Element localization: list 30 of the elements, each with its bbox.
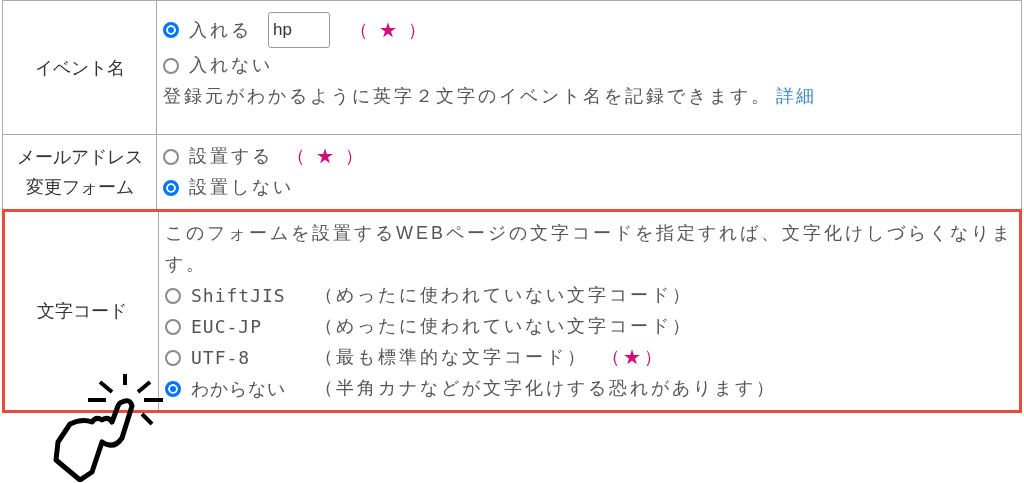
row-label: メールアドレス変更フォーム [15,146,144,199]
details-link[interactable]: 詳細 [776,86,816,106]
radio-button[interactable] [165,287,181,304]
recommended-mark: （★） [602,346,665,369]
recommended-mark: （ ★ ） [350,18,429,42]
radio-button[interactable] [165,380,181,397]
recommended-mark: （ ★ ） [287,145,366,168]
option-note: （最も標準的な文字コード） [315,346,588,369]
description-text: 登録元がわかるように英字２文字のイベント名を記録できます。 [163,86,772,106]
option-note: （半角カナなどが文字化けする恐れがあります） [315,377,777,400]
option-label: わからない [191,377,287,401]
option-note: （めったに使われていない文字コード） [315,315,693,338]
text-input-field[interactable]: hp [268,12,330,48]
option-label: UTF-8 [191,346,252,370]
radio-button[interactable] [165,318,181,335]
option-label: 入れない [189,54,273,77]
option-label: 設置する [189,145,273,168]
option-label: EUC-JP [191,315,264,339]
option-label: 入れる [189,18,252,42]
radio-button[interactable] [165,349,181,366]
option-note: （めったに使われていない文字コード） [315,284,693,307]
radio-button[interactable] [163,57,179,74]
radio-button[interactable] [163,179,179,196]
option-label: ShiftJIS [191,284,287,308]
row-label: イベント名 [34,56,125,80]
radio-button[interactable] [163,22,179,38]
radio-button[interactable] [163,148,179,165]
option-label: 設置しない [189,176,294,199]
row-label: 文字コード [36,300,127,323]
description-text: このフォームを設置するWEBページの文字コードを指定すれば、文字化けしづらくなります。 [165,222,1014,276]
